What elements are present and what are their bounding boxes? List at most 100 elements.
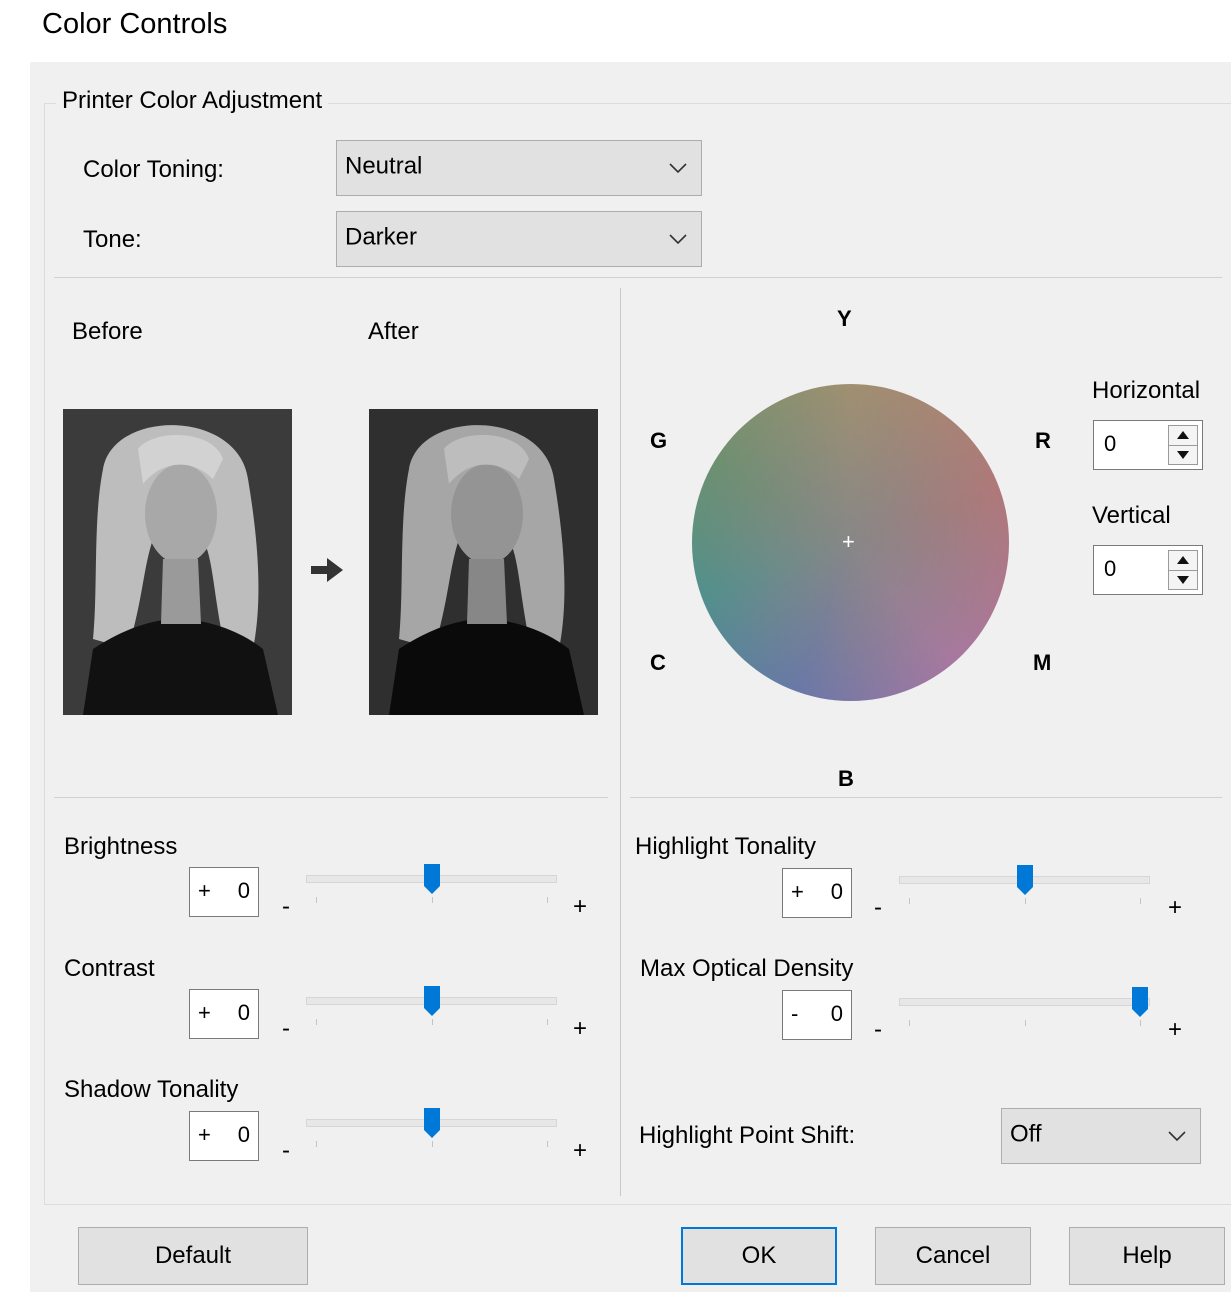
separator-left — [54, 797, 608, 798]
spin-up-icon[interactable] — [1177, 556, 1189, 564]
max-optical-density-label: Max Optical Density — [640, 955, 854, 982]
brightness-sign: + — [198, 877, 211, 903]
wheel-label-c: C — [650, 650, 666, 675]
slider-tick — [432, 1141, 433, 1147]
highlight-tonality-plus: + — [1168, 894, 1183, 921]
contrast-sign: + — [198, 999, 211, 1025]
max-optical-density-value-box[interactable]: - 0 — [782, 990, 852, 1040]
slider-tick — [1025, 1020, 1026, 1026]
highlight-point-shift-select[interactable]: Off — [1001, 1108, 1201, 1164]
slider-thumb[interactable] — [424, 986, 440, 1016]
wheel-label-r: R — [1035, 428, 1051, 453]
highlight-tonality-value-box[interactable]: + 0 — [782, 868, 852, 918]
max-optical-density-minus: - — [874, 1016, 882, 1043]
slider-tick — [547, 1141, 548, 1147]
horizontal-spinner[interactable]: 0 — [1093, 420, 1203, 470]
brightness-plus: + — [573, 893, 588, 920]
default-button[interactable]: Default — [78, 1227, 308, 1285]
chevron-down-icon — [1168, 1131, 1186, 1141]
slider-thumb[interactable] — [1017, 865, 1033, 895]
brightness-value-box[interactable]: + 0 — [189, 867, 259, 917]
slider-track[interactable] — [899, 998, 1150, 1006]
cancel-button[interactable]: Cancel — [875, 1227, 1031, 1285]
group-legend: Printer Color Adjustment — [56, 87, 329, 115]
ok-button[interactable]: OK — [681, 1227, 837, 1285]
shadow-tonality-value-box[interactable]: + 0 — [189, 1111, 259, 1161]
shadow-tonality-sign: + — [198, 1121, 211, 1147]
shadow-tonality-slider[interactable] — [306, 1108, 557, 1164]
wheel-center-marker: + — [842, 529, 855, 554]
max-optical-density-value: 0 — [830, 1000, 843, 1026]
max-optical-density-slider[interactable] — [899, 987, 1150, 1043]
slider-tick — [432, 1019, 433, 1025]
vertical-spinner[interactable]: 0 — [1093, 545, 1203, 595]
separator-vertical — [620, 288, 621, 1196]
before-label: Before — [72, 318, 143, 345]
vertical-spin-buttons[interactable] — [1168, 550, 1198, 590]
max-optical-density-sign: - — [791, 1000, 799, 1026]
slider-thumb[interactable] — [1132, 987, 1148, 1017]
after-label: After — [368, 318, 419, 345]
tone-value: Darker — [345, 223, 418, 251]
brightness-value: 0 — [237, 877, 250, 903]
vertical-label: Vertical — [1092, 502, 1171, 529]
max-optical-density-plus: + — [1168, 1016, 1183, 1043]
highlight-tonality-slider[interactable] — [899, 865, 1150, 921]
slider-tick — [909, 1020, 910, 1026]
horizontal-value: 0 — [1104, 430, 1117, 456]
tone-label: Tone: — [83, 226, 142, 253]
highlight-tonality-label: Highlight Tonality — [635, 833, 816, 860]
horizontal-spin-buttons[interactable] — [1168, 425, 1198, 465]
wheel-label-m: M — [1033, 650, 1052, 675]
contrast-value-box[interactable]: + 0 — [189, 989, 259, 1039]
vertical-value: 0 — [1104, 555, 1117, 581]
slider-tick — [316, 1019, 317, 1025]
highlight-point-shift-value: Off — [1010, 1120, 1042, 1148]
wheel-label-g: G — [650, 428, 668, 453]
brightness-label: Brightness — [64, 833, 178, 860]
highlight-tonality-minus: - — [874, 894, 882, 921]
highlight-point-shift-label: Highlight Point Shift: — [639, 1122, 856, 1149]
shadow-tonality-minus: - — [282, 1137, 290, 1164]
spin-up-icon[interactable] — [1177, 431, 1189, 439]
tone-select[interactable]: Darker — [336, 211, 702, 267]
shadow-tonality-plus: + — [573, 1137, 588, 1164]
color-toning-label: Color Toning: — [83, 156, 224, 183]
slider-tick — [547, 897, 548, 903]
slider-tick — [1025, 898, 1026, 904]
window-title: Color Controls — [42, 8, 228, 40]
separator-right — [630, 797, 1222, 798]
contrast-label: Contrast — [64, 955, 155, 982]
slider-tick — [547, 1019, 548, 1025]
chevron-down-icon — [669, 234, 687, 244]
slider-tick — [316, 1141, 317, 1147]
slider-tick — [1140, 898, 1141, 904]
shadow-tonality-value: 0 — [237, 1121, 250, 1147]
before-image — [63, 409, 292, 715]
chevron-down-icon — [669, 163, 687, 173]
contrast-slider[interactable] — [306, 986, 557, 1042]
spin-down-icon[interactable] — [1177, 576, 1189, 584]
spin-down-icon[interactable] — [1177, 451, 1189, 459]
color-toning-select[interactable]: Neutral — [336, 140, 702, 196]
brightness-slider[interactable] — [306, 864, 557, 920]
contrast-plus: + — [573, 1015, 588, 1042]
contrast-minus: - — [282, 1015, 290, 1042]
help-button[interactable]: Help — [1069, 1227, 1225, 1285]
wheel-label-y: Y — [837, 306, 852, 331]
slider-tick — [316, 897, 317, 903]
arrow-right-icon — [311, 558, 343, 582]
slider-tick — [909, 898, 910, 904]
contrast-value: 0 — [237, 999, 250, 1025]
slider-thumb[interactable] — [424, 1108, 440, 1138]
color-toning-value: Neutral — [345, 152, 423, 180]
shadow-tonality-label: Shadow Tonality — [64, 1076, 239, 1103]
slider-tick — [432, 897, 433, 903]
wheel-label-b: B — [838, 766, 854, 791]
highlight-tonality-sign: + — [791, 878, 804, 904]
horizontal-label: Horizontal — [1092, 377, 1201, 404]
slider-thumb[interactable] — [424, 864, 440, 894]
brightness-minus: - — [282, 893, 290, 920]
slider-tick — [1140, 1020, 1141, 1026]
highlight-tonality-value: 0 — [830, 878, 843, 904]
